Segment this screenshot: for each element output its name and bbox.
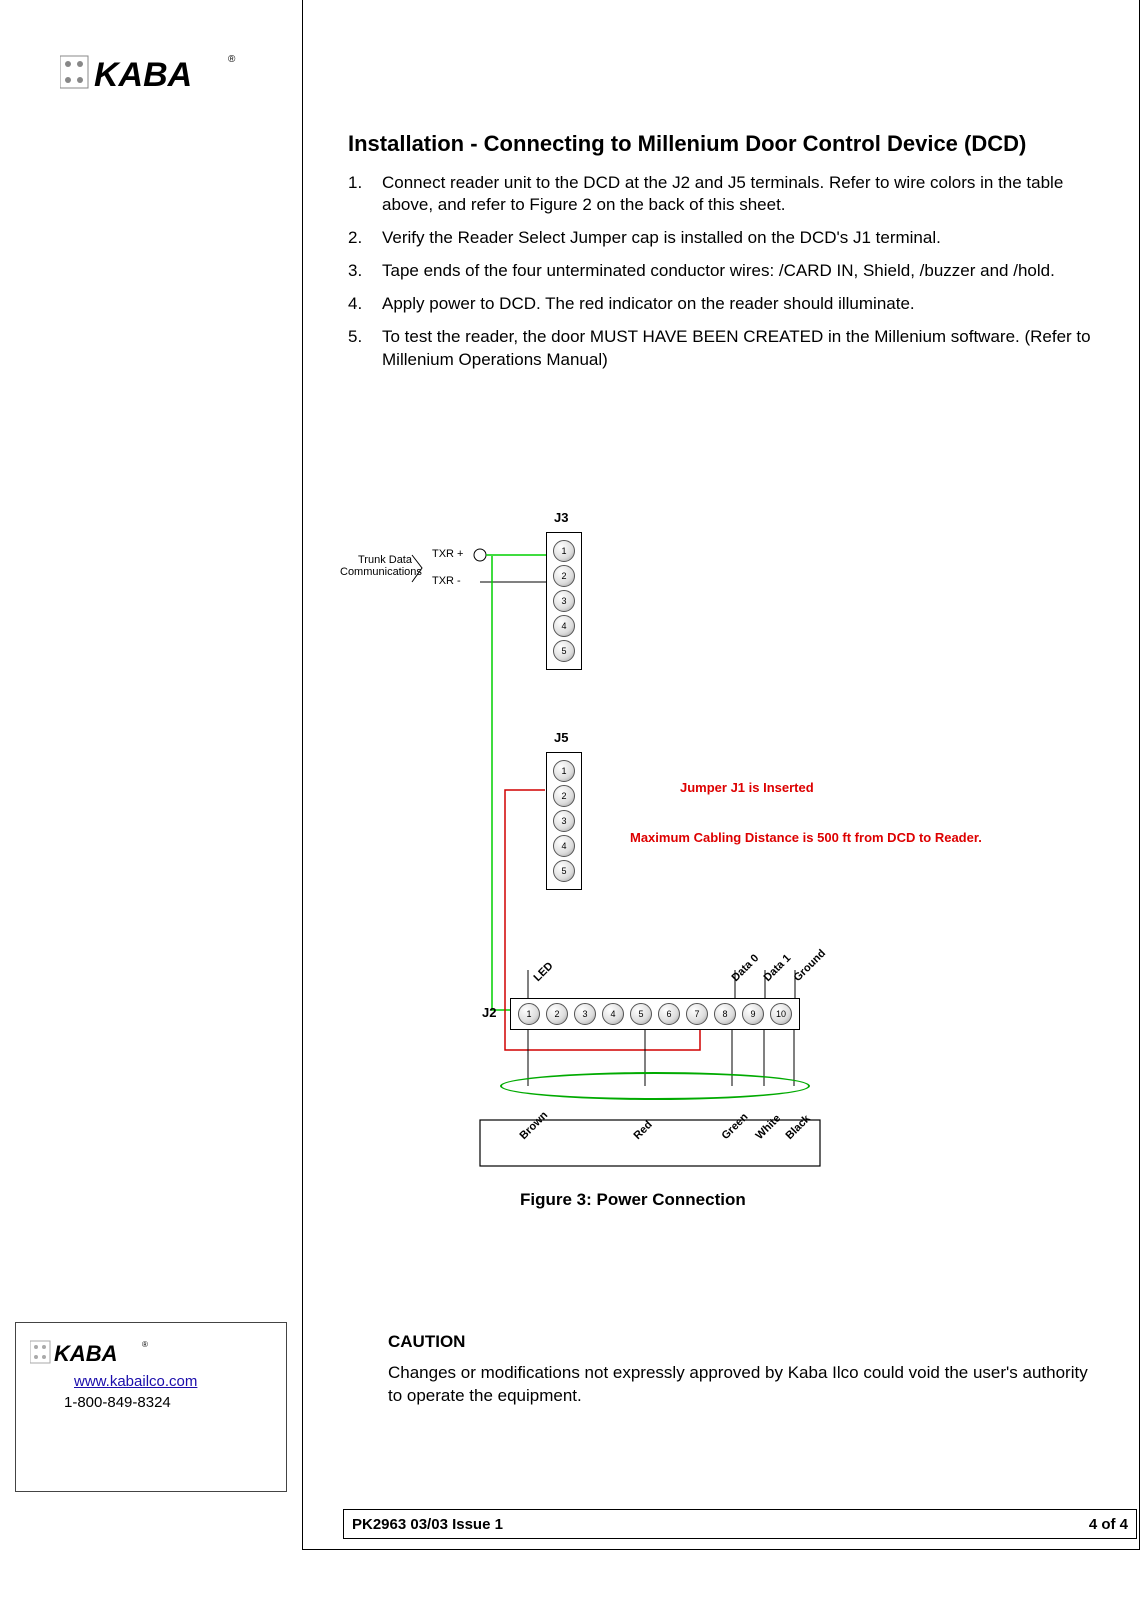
step-number: 5. <box>348 326 382 372</box>
step-text: To test the reader, the door MUST HAVE B… <box>382 326 1108 372</box>
section-heading: Installation - Connecting to Millenium D… <box>348 130 1108 158</box>
terminal-pin: 9 <box>742 1003 764 1025</box>
page-footer: PK2963 03/03 Issue 1 4 of 4 <box>343 1509 1137 1539</box>
brand-logo-small: KABA ® <box>30 1337 150 1367</box>
step-number: 1. <box>348 172 382 218</box>
wire-color-white: White <box>754 1112 784 1142</box>
caution-block: CAUTION Changes or modifications not exp… <box>388 1332 1088 1408</box>
svg-text:KABA: KABA <box>54 1341 118 1366</box>
step-text: Apply power to DCD. The red indicator on… <box>382 293 1108 316</box>
terminal-pin: 2 <box>553 565 575 587</box>
terminal-pin: 3 <box>553 810 575 832</box>
cabling-note: Maximum Cabling Distance is 500 ft from … <box>630 830 982 845</box>
terminal-pin: 3 <box>553 590 575 612</box>
trunk-data-label: Trunk Data Communications <box>340 554 412 578</box>
j2-terminal: 1 2 3 4 5 6 7 8 9 10 <box>510 998 800 1030</box>
left-column: KABA ® KABA ® www.kabailco.com 1-800-849… <box>0 0 302 1550</box>
pin-label-led: LED <box>532 960 556 984</box>
step-number: 3. <box>348 260 382 283</box>
j3-label: J3 <box>554 510 568 525</box>
caution-text: Changes or modifications not expressly a… <box>388 1362 1088 1408</box>
j2-label: J2 <box>482 1005 496 1020</box>
step-text: Verify the Reader Select Jumper cap is i… <box>382 227 1108 250</box>
terminal-pin: 2 <box>553 785 575 807</box>
main-content: Installation - Connecting to Millenium D… <box>348 130 1108 382</box>
pin-label-ground: Ground <box>792 947 829 984</box>
step-text: Tape ends of the four unterminated condu… <box>382 260 1108 283</box>
terminal-pin: 5 <box>630 1003 652 1025</box>
terminal-pin: 4 <box>602 1003 624 1025</box>
pin-label-data1: Data 1 <box>762 952 794 984</box>
svg-text:KABA: KABA <box>94 56 192 94</box>
svg-text:®: ® <box>228 54 236 65</box>
install-steps: 1.Connect reader unit to the DCD at the … <box>348 172 1108 373</box>
terminal-pin: 5 <box>553 860 575 882</box>
footer-page-number: 4 of 4 <box>1089 1516 1128 1533</box>
txr-plus-label: TXR + <box>432 548 463 560</box>
j3-terminal: 1 2 3 4 5 <box>546 532 582 670</box>
terminal-pin: 10 <box>770 1003 792 1025</box>
brand-logo-top: KABA ® <box>60 50 240 95</box>
terminal-pin: 1 <box>553 760 575 782</box>
wire-color-brown: Brown <box>518 1109 551 1142</box>
footer-doc-id: PK2963 03/03 Issue 1 <box>352 1516 503 1533</box>
terminal-pin: 8 <box>714 1003 736 1025</box>
terminal-pin: 5 <box>553 640 575 662</box>
terminal-pin: 2 <box>546 1003 568 1025</box>
contact-phone: 1-800-849-8324 <box>64 1394 276 1411</box>
terminal-pin: 1 <box>553 540 575 562</box>
contact-url-link[interactable]: www.kabailco.com <box>74 1373 276 1390</box>
wire-color-black: Black <box>784 1113 813 1142</box>
txr-minus-label: TXR - <box>432 575 461 587</box>
wiring-diagram: J3 1 2 3 4 5 Trunk Data Communications T… <box>340 510 1140 1240</box>
terminal-pin: 3 <box>574 1003 596 1025</box>
figure-caption: Figure 3: Power Connection <box>520 1190 746 1210</box>
step-number: 4. <box>348 293 382 316</box>
j5-terminal: 1 2 3 4 5 <box>546 752 582 890</box>
wire-color-red: Red <box>632 1119 655 1142</box>
terminal-pin: 6 <box>658 1003 680 1025</box>
terminal-pin: 1 <box>518 1003 540 1025</box>
contact-box: KABA ® www.kabailco.com 1-800-849-8324 <box>15 1322 287 1492</box>
jumper-note: Jumper J1 is Inserted <box>680 780 814 795</box>
terminal-pin: 4 <box>553 835 575 857</box>
wire-color-green: Green <box>720 1111 751 1142</box>
step-number: 2. <box>348 227 382 250</box>
caution-title: CAUTION <box>388 1332 1088 1352</box>
j5-label: J5 <box>554 730 568 745</box>
cable-bundle-icon <box>500 1072 810 1100</box>
terminal-pin: 7 <box>686 1003 708 1025</box>
svg-text:®: ® <box>142 1340 148 1349</box>
step-text: Connect reader unit to the DCD at the J2… <box>382 172 1108 218</box>
pin-label-data0: Data 0 <box>730 952 762 984</box>
terminal-pin: 4 <box>553 615 575 637</box>
